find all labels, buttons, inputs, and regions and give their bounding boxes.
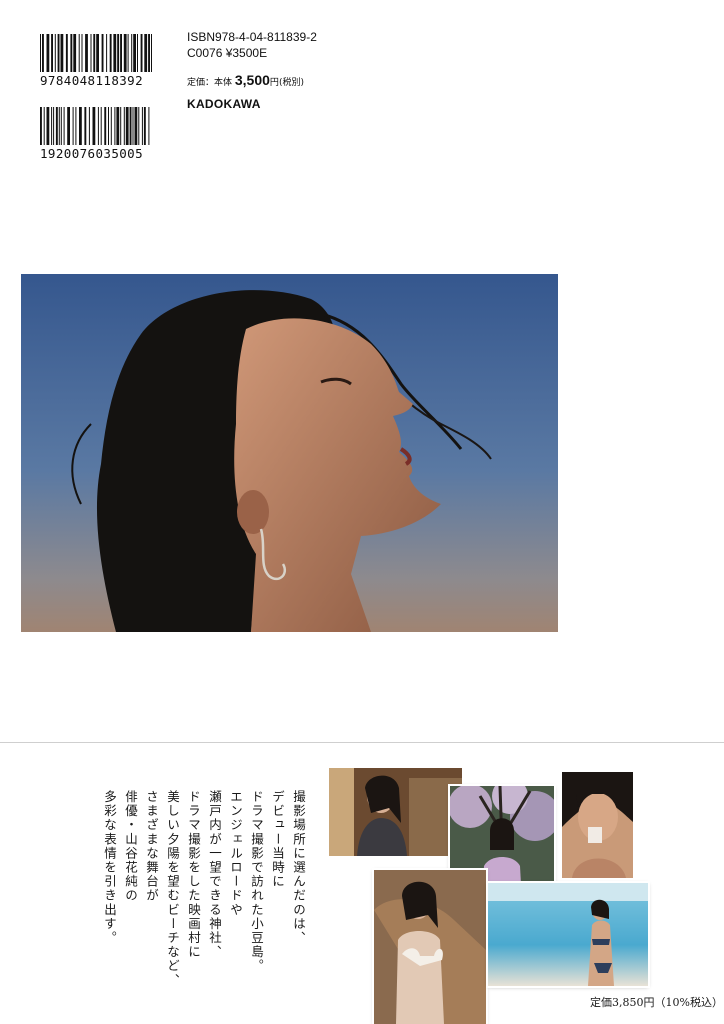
barcode-bar — [140, 34, 143, 72]
barcode-bar — [51, 107, 53, 145]
description-line: さまざまな舞台が — [144, 790, 159, 903]
barcode-bar — [148, 107, 150, 145]
tax-included-price: 定価3,850円（10%税込） — [590, 996, 723, 1009]
barcode-bar — [110, 107, 112, 145]
barcode-bar — [134, 107, 138, 145]
barcode-bar — [123, 107, 125, 145]
description-line: 俳優・山谷花純の — [123, 790, 138, 903]
barcode-bar — [60, 34, 64, 72]
barcode-bar — [81, 34, 83, 72]
barcode-bar — [75, 107, 77, 145]
barcode-bar — [109, 34, 112, 72]
price-tax-note: (税別) — [278, 78, 304, 88]
barcode-bar — [93, 34, 96, 72]
barcode-bar — [143, 107, 146, 145]
barcode-bar — [78, 34, 80, 72]
barcode-bar — [141, 107, 143, 145]
barcode-bar — [85, 34, 88, 72]
barcode-bar — [51, 34, 53, 72]
barcode-bar — [40, 107, 42, 145]
barcode-bar — [120, 107, 122, 145]
barcode-bar — [70, 34, 73, 72]
barcode-bar — [57, 34, 60, 72]
barcode-bar — [132, 107, 134, 145]
description-line: ドラマ撮影をした映画村に — [186, 790, 201, 960]
barcode-bar — [46, 34, 50, 72]
collage-photo-cup — [562, 772, 633, 878]
description-line: 多彩な表情を引き出す。 — [102, 790, 117, 946]
barcode-bar — [60, 107, 62, 145]
description-line: 美しい夕陽を望むビーチなど、 — [165, 790, 180, 988]
barcode-bar — [40, 34, 41, 72]
barcode-bar — [129, 107, 132, 145]
collage-photo-fur — [374, 870, 486, 1024]
barcode-bar — [117, 34, 120, 72]
collage-photo-room — [329, 768, 462, 856]
barcode-bar — [133, 34, 136, 72]
publisher-name: KADOKAWA — [187, 97, 261, 111]
barcode-bar — [72, 107, 74, 145]
barcode-bar — [67, 107, 70, 145]
barcode-bar — [92, 107, 96, 145]
barcode-bar — [79, 107, 82, 145]
barcode-bar — [96, 34, 99, 72]
section-divider — [0, 742, 724, 743]
barcode-bar — [63, 107, 65, 145]
list-price: 定価：本体 3,500円(税別) — [187, 72, 304, 88]
isbn-barcode-number: 9784048118392 — [40, 73, 144, 88]
price-suffix: 円 — [269, 78, 279, 88]
description-line: デビュー当時に — [270, 790, 285, 889]
barcode-bar — [127, 34, 129, 72]
collage-photo-beach — [488, 883, 648, 986]
description-line: ドラマ撮影で訪れた小豆島。 — [249, 790, 264, 974]
barcode-bar — [90, 34, 92, 72]
barcode-bar — [88, 107, 90, 145]
barcode-bar — [137, 34, 138, 72]
barcode-bar — [55, 107, 58, 145]
barcode-bar — [138, 107, 140, 145]
isbn-block: ISBN978-4-04-811839-2 C0076 ¥3500E — [187, 29, 317, 61]
barcode-bar — [148, 34, 150, 72]
barcode-bar — [151, 34, 152, 72]
barcode-bar — [101, 34, 104, 72]
barcode-bar — [54, 34, 56, 72]
barcode-bar — [116, 107, 120, 145]
barcode-bar — [97, 107, 99, 145]
price-barcode-number: 1920076035005 — [40, 146, 144, 161]
barcode-bar — [84, 107, 87, 145]
barcode-bar — [104, 107, 107, 145]
barcode-bar — [123, 34, 127, 72]
isbn-barcode — [40, 34, 152, 72]
barcode-bar — [43, 107, 45, 145]
price-amount: 3,500 — [234, 72, 270, 88]
description-line: エンジェルロードや — [228, 790, 243, 917]
isbn-line: ISBN978-4-04-811839-2 — [187, 30, 317, 44]
barcode-bar — [53, 107, 55, 145]
barcode-bar — [106, 34, 108, 72]
barcode-bar — [125, 107, 129, 145]
hero-portrait-photo — [21, 274, 558, 632]
barcode-bar — [120, 34, 122, 72]
barcode-bar — [113, 34, 117, 72]
barcode-bar — [114, 107, 116, 145]
barcode-bar — [65, 34, 68, 72]
price-label: 定価：本体 — [187, 78, 235, 88]
barcode-bar — [144, 34, 148, 72]
description-line: 撮影場所に選んだのは、 — [291, 790, 306, 946]
price-barcode — [40, 107, 150, 145]
barcode-bar — [42, 34, 44, 72]
description-line: 瀬戸内が一望できる神社、 — [207, 790, 222, 960]
classification-code: C0076 ¥3500E — [187, 46, 268, 60]
barcode-bar — [131, 34, 133, 72]
barcode-bar — [73, 34, 77, 72]
barcode-bar — [46, 107, 50, 145]
barcode-bar — [58, 107, 60, 145]
barcode-bar — [108, 107, 109, 145]
barcode-bar — [100, 107, 102, 145]
